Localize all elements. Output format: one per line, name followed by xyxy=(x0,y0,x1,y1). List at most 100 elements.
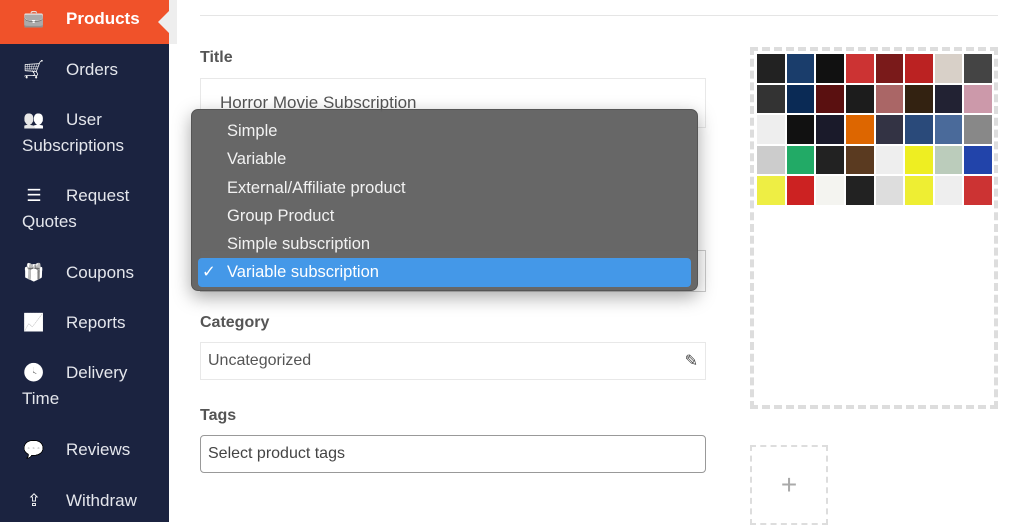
sidebar-item-label: User xyxy=(66,110,102,129)
poster-tile xyxy=(904,175,934,206)
option-label: External/Affiliate product xyxy=(227,178,406,197)
chart-icon: 📈 xyxy=(23,313,45,332)
poster-tile xyxy=(815,144,845,176)
poster-tile xyxy=(785,83,816,115)
gift-icon: 🎁 xyxy=(23,263,45,282)
sidebar-item-label: Request xyxy=(66,186,130,205)
poster-tile xyxy=(785,175,816,206)
plus-icon: + xyxy=(780,469,798,500)
sidebar-item-label: Reports xyxy=(66,313,126,332)
poster-tile xyxy=(933,114,964,145)
poster-tile xyxy=(874,114,905,145)
poster-tile xyxy=(874,53,905,84)
product-image-dropzone[interactable] xyxy=(750,47,998,409)
active-pointer xyxy=(158,10,170,34)
sidebar-item-reports[interactable]: 📈 Reports xyxy=(22,310,126,336)
poster-tile xyxy=(904,53,934,84)
product-image xyxy=(756,53,993,206)
sidebar-item-request[interactable]: ☰ Request Quotes xyxy=(22,183,129,235)
poster-tile xyxy=(963,175,993,206)
dropdown-option[interactable]: Variable xyxy=(198,145,691,173)
list-icon: ☰ xyxy=(26,186,42,205)
poster-tile xyxy=(844,144,875,176)
poster-tile xyxy=(756,83,786,115)
poster-tile xyxy=(933,144,964,176)
poster-tile xyxy=(815,53,845,84)
category-label: Category xyxy=(200,314,270,331)
sidebar-item-delivery[interactable]: 🕓 Delivery Time xyxy=(22,360,127,412)
category-value: Uncategorized xyxy=(208,352,312,369)
title-label: Title xyxy=(200,49,233,66)
poster-tile xyxy=(815,175,845,206)
tags-placeholder: Select product tags xyxy=(208,445,345,462)
option-label: Simple subscription xyxy=(227,235,371,254)
sidebar: 💼 Products 🛒 Orders 👥 User Subscriptions ☰ Reque… xyxy=(0,0,169,522)
briefcase-icon: 💼 xyxy=(23,9,45,28)
dropdown-option[interactable]: Simple subscription xyxy=(198,230,691,258)
poster-tile xyxy=(844,53,875,84)
cart-icon: 🛒 xyxy=(23,60,45,79)
poster-tile xyxy=(963,144,993,176)
sidebar-item-coupons[interactable]: 🎁 Coupons xyxy=(22,260,134,286)
poster-tile xyxy=(844,114,875,145)
sidebar-item-orders[interactable]: 🛒 Orders xyxy=(22,57,118,83)
sidebar-item-label: Coupons xyxy=(66,263,135,282)
dropdown-option[interactable]: Simple xyxy=(198,117,691,145)
poster-tile xyxy=(874,144,905,176)
poster-tile xyxy=(785,114,816,145)
poster-tile xyxy=(815,83,845,115)
poster-tile xyxy=(904,114,934,145)
poster-tile xyxy=(904,144,934,176)
option-label: Group Product xyxy=(227,206,335,225)
comments-icon: 💬 xyxy=(23,440,45,459)
poster-tile xyxy=(874,175,905,206)
poster-tile xyxy=(933,53,964,84)
sidebar-item-products[interactable]: 💼 Products xyxy=(0,0,169,44)
active-pointer-bg xyxy=(169,0,177,44)
divider xyxy=(200,15,998,16)
category-select[interactable]: Uncategorized ✎ xyxy=(200,342,706,380)
poster-tile xyxy=(756,175,786,206)
poster-tile xyxy=(756,53,786,84)
sidebar-item-withdraw[interactable]: ⇪ Withdraw xyxy=(22,488,137,514)
poster-tile xyxy=(844,175,875,206)
upload-icon: ⇪ xyxy=(26,491,42,510)
sidebar-item-label: Withdraw xyxy=(66,491,137,510)
edit-icon[interactable]: ✎ xyxy=(685,351,698,371)
tags-input[interactable]: Select product tags xyxy=(200,435,706,473)
sidebar-item-label-2: Time xyxy=(22,389,60,408)
poster-tile xyxy=(756,114,786,145)
poster-tile xyxy=(963,114,993,145)
product-type-dropdown: Simple Variable External/Affiliate product… xyxy=(191,109,698,291)
sidebar-item-label: Products xyxy=(66,9,140,28)
dropdown-option[interactable]: ✓ Variable subscription xyxy=(198,258,691,287)
sidebar-item-user[interactable]: 👥 User Subscriptions xyxy=(22,107,124,159)
poster-tile xyxy=(963,83,993,115)
poster-tile xyxy=(785,53,816,84)
poster-tile xyxy=(785,144,816,176)
poster-tile xyxy=(963,53,993,84)
option-label: Variable xyxy=(227,150,287,169)
sidebar-item-reviews[interactable]: 💬 Reviews xyxy=(22,437,130,463)
tags-label: Tags xyxy=(200,407,237,424)
sidebar-item-label: Delivery xyxy=(66,363,128,382)
clock-icon: 🕓 xyxy=(23,363,45,382)
add-gallery-image-button[interactable]: + xyxy=(750,445,828,525)
option-label: Variable subscription xyxy=(227,263,379,282)
option-label: Simple xyxy=(227,122,278,140)
poster-tile xyxy=(904,83,934,115)
dropdown-option[interactable]: External/Affiliate product xyxy=(198,174,691,202)
poster-tile xyxy=(756,144,786,176)
sidebar-item-label: Reviews xyxy=(66,440,131,459)
sidebar-item-label: Orders xyxy=(66,60,118,79)
checkmark-icon: ✓ xyxy=(202,263,216,282)
poster-tile xyxy=(933,83,964,115)
poster-tile xyxy=(933,175,964,206)
sidebar-item-label-2: Subscriptions xyxy=(22,136,125,155)
sidebar-item-label-2: Quotes xyxy=(22,212,77,231)
poster-tile xyxy=(874,83,905,115)
poster-tile xyxy=(844,83,875,115)
users-icon: 👥 xyxy=(23,110,45,129)
poster-tile xyxy=(815,114,845,145)
dropdown-option[interactable]: Group Product xyxy=(198,202,691,230)
